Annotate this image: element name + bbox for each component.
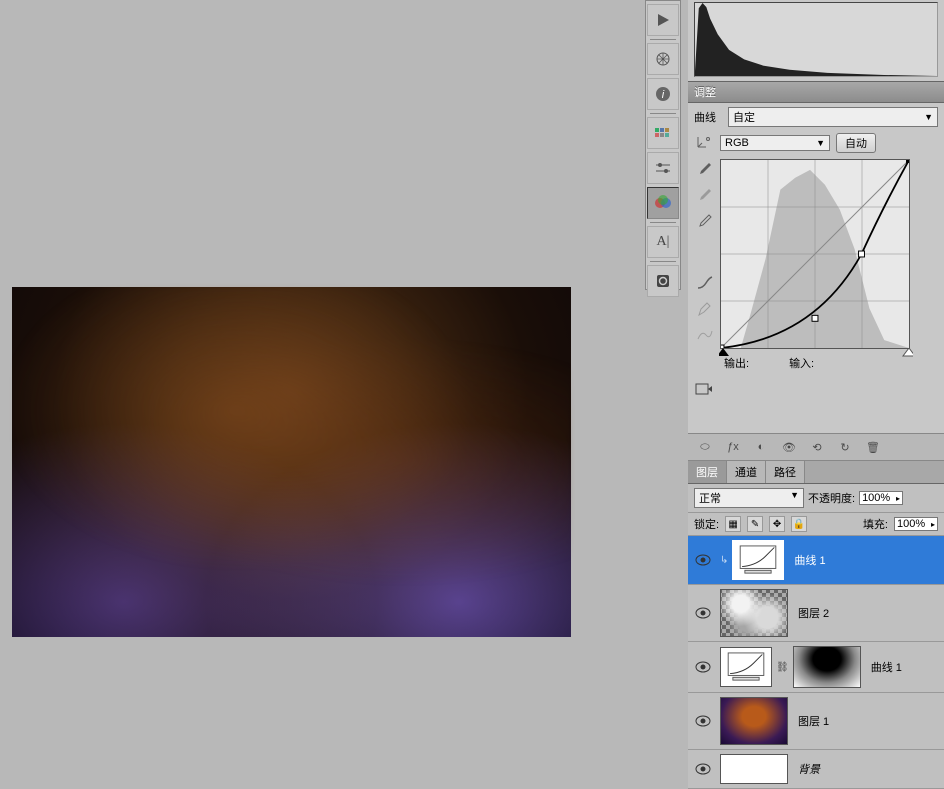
fx-icon[interactable]: ƒx (724, 438, 742, 456)
brush-sliders-icon[interactable] (647, 152, 679, 184)
layers-panel-tabs: 图层 通道 路径 (688, 461, 944, 484)
options-toolbar: i A| (645, 0, 681, 290)
targeted-adjust-icon[interactable] (694, 133, 714, 153)
layer-name: 曲线 1 (871, 659, 902, 675)
info-icon[interactable]: i (647, 78, 679, 110)
adjustments-panel-header: 调整 (688, 81, 944, 103)
layer-name: 背景 (798, 761, 820, 777)
adjustment-thumb[interactable] (720, 647, 772, 687)
link-icon[interactable]: ⬭ (696, 438, 714, 456)
visibility-eye-icon[interactable] (695, 607, 711, 619)
opacity-input[interactable]: 100%▸ (859, 491, 903, 505)
curves-preset-label: 曲线 (694, 109, 722, 125)
channel-dropdown[interactable]: RGB ▼ (720, 135, 830, 151)
canvas-area (0, 0, 635, 786)
histogram-panel (694, 2, 938, 77)
curve-pencil-tool-icon[interactable] (695, 299, 715, 319)
fill-input[interactable]: 100%▸ (894, 517, 938, 531)
clip-indicator-icon: ↳ (720, 555, 728, 566)
channel-value: RGB (725, 137, 749, 149)
layer-row[interactable]: ⛓ 曲线 1 (688, 642, 944, 693)
input-range-slider[interactable] (719, 348, 913, 358)
layer-name: 图层 1 (798, 713, 829, 729)
lens-icon[interactable] (647, 265, 679, 297)
clip-icon[interactable]: ⟲ (808, 438, 826, 456)
blend-mode-value: 正常 (699, 490, 721, 506)
curves-panel: 曲线 自定 ▼ RGB ▼ 自动 (688, 103, 944, 375)
tab-layers[interactable]: 图层 (688, 461, 727, 483)
layer-row[interactable]: ↳ 曲线 1 (688, 536, 944, 585)
right-panel: 调整 曲线 自定 ▼ RGB ▼ 自动 (688, 0, 944, 786)
lock-position-icon[interactable]: ✥ (769, 516, 785, 532)
layer-row[interactable]: 背景 (688, 750, 944, 789)
reset-icon[interactable]: ↻ (836, 438, 854, 456)
tab-paths[interactable]: 路径 (766, 461, 805, 483)
character-icon[interactable]: A| (647, 226, 679, 258)
tab-channels[interactable]: 通道 (727, 461, 766, 483)
compass-icon[interactable] (647, 43, 679, 75)
chevron-down-icon: ▼ (790, 490, 799, 506)
curve-point-tool-icon[interactable] (695, 273, 715, 293)
layers-list: ↳ 曲线 1 图层 2 ⛓ 曲线 1 (688, 536, 944, 789)
visibility-eye-icon[interactable] (695, 763, 711, 775)
panel-footer-icons: ⬭ ƒx ◐ 👁 ⟲ ↻ 🗑 (688, 433, 944, 461)
layer-thumb[interactable] (720, 589, 788, 637)
histogram-chart (695, 3, 937, 76)
visibility-eye-icon[interactable] (695, 715, 711, 727)
visibility-eye-icon[interactable] (695, 554, 711, 566)
fill-label: 填充: (863, 516, 888, 532)
lock-label: 锁定: (694, 516, 719, 532)
adjustment-thumb[interactable] (732, 540, 784, 580)
layer-name: 曲线 1 (794, 552, 825, 568)
curves-preset-dropdown[interactable]: 自定 ▼ (728, 107, 938, 127)
play-icon[interactable] (647, 4, 679, 36)
layer-mask-thumb[interactable] (793, 646, 861, 688)
eyedropper-gray-icon[interactable] (695, 185, 715, 205)
layer-thumb[interactable] (720, 697, 788, 745)
return-to-layer-icon[interactable] (694, 379, 714, 399)
swatches-icon[interactable] (647, 117, 679, 149)
layer-thumb[interactable] (720, 754, 788, 784)
mask-icon[interactable]: ◐ (752, 438, 770, 456)
document-canvas[interactable] (12, 287, 571, 637)
lock-all-icon[interactable]: 🔒 (791, 516, 807, 532)
blend-mode-dropdown[interactable]: 正常 ▼ (694, 488, 804, 508)
curves-graph[interactable] (720, 159, 910, 349)
eyedropper-black-icon[interactable] (695, 159, 715, 179)
lock-transparency-icon[interactable]: ▦ (725, 516, 741, 532)
visibility-eye-icon[interactable] (695, 661, 711, 673)
curves-preset-value: 自定 (733, 109, 755, 125)
smooth-curve-icon[interactable] (695, 325, 715, 345)
eyedropper-white-icon[interactable] (695, 211, 715, 231)
trash-icon[interactable]: 🗑 (864, 438, 882, 456)
layer-row[interactable]: 图层 1 (688, 693, 944, 750)
curves-sampler-tools (694, 159, 716, 349)
curves-chart (721, 160, 909, 348)
chevron-down-icon: ▼ (816, 138, 825, 148)
layer-row[interactable]: 图层 2 (688, 585, 944, 642)
chevron-down-icon: ▼ (924, 112, 933, 122)
layer-name: 图层 2 (798, 605, 829, 621)
lock-pixels-icon[interactable]: ✎ (747, 516, 763, 532)
auto-button[interactable]: 自动 (836, 133, 876, 153)
adjustments-icon[interactable] (647, 187, 679, 219)
eye-toggle-icon[interactable]: 👁 (780, 438, 798, 456)
opacity-label: 不透明度: (808, 490, 855, 506)
link-chain-icon[interactable]: ⛓ (776, 662, 789, 673)
